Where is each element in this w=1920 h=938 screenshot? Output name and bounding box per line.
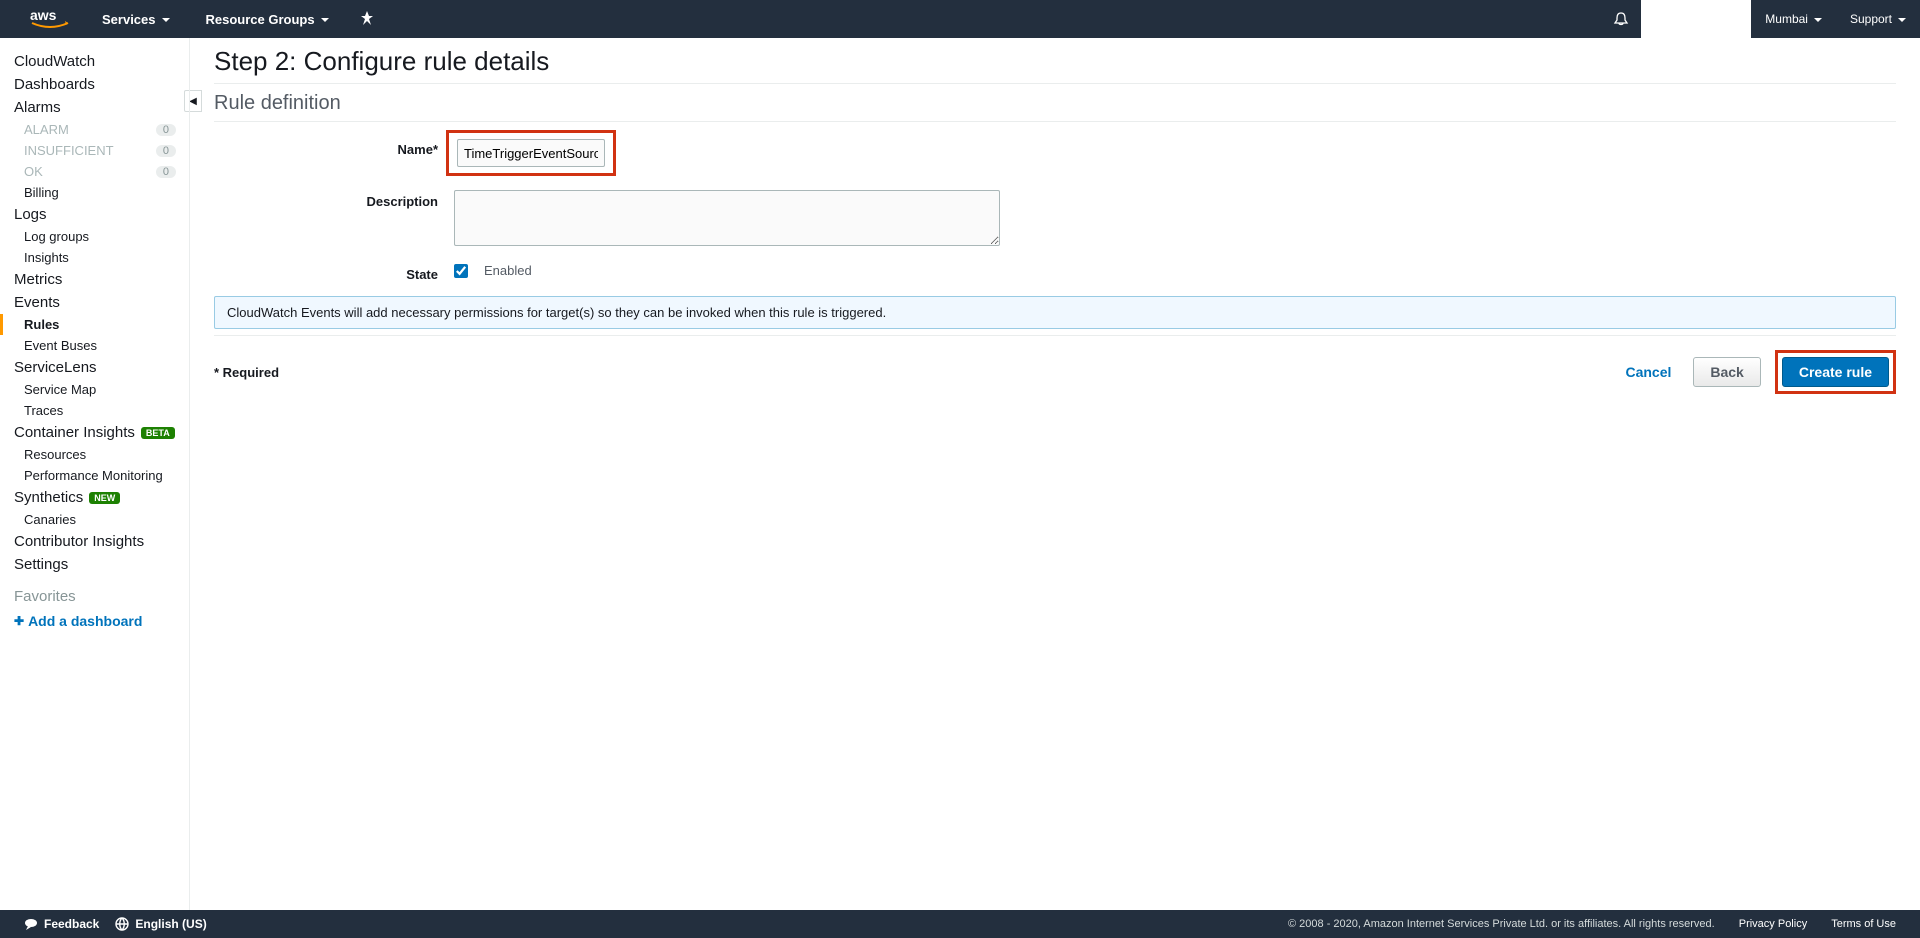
page-title: Step 2: Configure rule details	[214, 46, 1896, 84]
count-pill: 0	[156, 166, 176, 178]
sidebar-insights[interactable]: Insights	[0, 247, 190, 268]
header-right: Mumbai Support	[1601, 0, 1920, 38]
add-dashboard-label: Add a dashboard	[28, 613, 142, 629]
sidebar-perf-monitoring[interactable]: Performance Monitoring	[0, 465, 190, 486]
footer-right: © 2008 - 2020, Amazon Internet Services …	[1288, 918, 1896, 930]
sidebar-alarm[interactable]: ALARM 0	[0, 119, 190, 140]
back-button[interactable]: Back	[1693, 357, 1760, 387]
sidebar-insufficient-label: INSUFFICIENT	[24, 143, 114, 158]
sidebar-logs[interactable]: Logs	[0, 203, 190, 226]
footer: Feedback English (US) © 2008 - 2020, Ama…	[0, 910, 1920, 938]
add-dashboard-link[interactable]: ✚ Add a dashboard	[0, 609, 190, 633]
support-label: Support	[1850, 12, 1892, 26]
sidebar-insufficient[interactable]: INSUFFICIENT 0	[0, 140, 190, 161]
enabled-checkbox[interactable]	[454, 264, 468, 278]
resource-groups-label: Resource Groups	[206, 12, 315, 27]
create-rule-highlight: Create rule	[1775, 350, 1896, 394]
name-highlight	[446, 130, 616, 176]
feedback-link[interactable]: Feedback	[24, 917, 99, 931]
sidebar-ok-label: OK	[24, 164, 43, 179]
notifications-icon[interactable]	[1601, 11, 1641, 27]
create-rule-button[interactable]: Create rule	[1782, 357, 1889, 387]
sidebar-ok[interactable]: OK 0	[0, 161, 190, 182]
sidebar-metrics[interactable]: Metrics	[0, 268, 190, 291]
sidebar-rules[interactable]: Rules	[0, 314, 190, 335]
main-layout: ◀ CloudWatch Dashboards Alarms ALARM 0 I…	[0, 38, 1920, 910]
state-label: State	[214, 263, 454, 282]
info-box: CloudWatch Events will add necessary per…	[214, 296, 1896, 329]
language-label: English (US)	[135, 917, 206, 931]
services-label: Services	[102, 12, 156, 27]
caret-down-icon	[1814, 18, 1822, 22]
sidebar: ◀ CloudWatch Dashboards Alarms ALARM 0 I…	[0, 38, 190, 910]
button-row: Cancel Back Create rule	[1617, 350, 1896, 394]
name-input[interactable]	[457, 139, 605, 167]
pin-icon[interactable]	[351, 11, 383, 28]
account-region-placeholder[interactable]	[1641, 0, 1751, 38]
language-selector[interactable]: English (US)	[115, 917, 206, 931]
sidebar-alarms[interactable]: Alarms	[0, 96, 190, 119]
container-insights-label: Container Insights	[14, 424, 135, 441]
cancel-button[interactable]: Cancel	[1617, 360, 1679, 384]
name-row: Name*	[214, 138, 1896, 176]
description-label: Description	[214, 190, 454, 209]
description-input[interactable]	[454, 190, 1000, 246]
aws-logo[interactable]: aws	[0, 7, 88, 31]
sidebar-resources[interactable]: Resources	[0, 444, 190, 465]
header-nav: Services Resource Groups	[88, 11, 383, 28]
footer-left: Feedback English (US)	[24, 917, 207, 931]
new-badge: NEW	[89, 492, 120, 504]
aws-header: aws Services Resource Groups Mumbai Supp…	[0, 0, 1920, 38]
section-title: Rule definition	[214, 92, 1896, 122]
privacy-link[interactable]: Privacy Policy	[1739, 918, 1807, 930]
sidebar-dashboards[interactable]: Dashboards	[0, 73, 190, 96]
resource-groups-dropdown[interactable]: Resource Groups	[192, 12, 343, 27]
sidebar-canaries[interactable]: Canaries	[0, 509, 190, 530]
actions-row: * Required Cancel Back Create rule	[214, 335, 1896, 394]
content: Step 2: Configure rule details Rule defi…	[190, 38, 1920, 910]
caret-down-icon	[1898, 18, 1906, 22]
sidebar-traces[interactable]: Traces	[0, 400, 190, 421]
sidebar-events[interactable]: Events	[0, 291, 190, 314]
services-dropdown[interactable]: Services	[88, 12, 184, 27]
region-dropdown[interactable]: Mumbai	[1751, 12, 1836, 26]
sidebar-favorites: Favorites	[0, 576, 190, 609]
sidebar-cloudwatch[interactable]: CloudWatch	[0, 50, 190, 73]
synthetics-label: Synthetics	[14, 489, 83, 506]
sidebar-synthetics[interactable]: Synthetics NEW	[0, 486, 190, 509]
sidebar-servicelens[interactable]: ServiceLens	[0, 356, 190, 379]
required-label: * Required	[214, 365, 279, 380]
count-pill: 0	[156, 124, 176, 136]
support-dropdown[interactable]: Support	[1836, 12, 1920, 26]
sidebar-contributor-insights[interactable]: Contributor Insights	[0, 530, 190, 553]
svg-text:aws: aws	[30, 7, 57, 23]
terms-link[interactable]: Terms of Use	[1831, 918, 1896, 930]
sidebar-container-insights[interactable]: Container Insights BETA	[0, 421, 190, 444]
sidebar-event-buses[interactable]: Event Buses	[0, 335, 190, 356]
enabled-label: Enabled	[484, 263, 532, 278]
sidebar-service-map[interactable]: Service Map	[0, 379, 190, 400]
beta-badge: BETA	[141, 427, 175, 439]
copyright: © 2008 - 2020, Amazon Internet Services …	[1288, 918, 1715, 930]
sidebar-alarm-label: ALARM	[24, 122, 69, 137]
plus-icon: ✚	[14, 614, 24, 628]
description-row: Description	[214, 190, 1896, 249]
caret-down-icon	[162, 18, 170, 22]
feedback-label: Feedback	[44, 917, 99, 931]
count-pill: 0	[156, 145, 176, 157]
name-label: Name*	[214, 138, 454, 157]
sidebar-settings[interactable]: Settings	[0, 553, 190, 576]
region-label: Mumbai	[1765, 12, 1808, 26]
state-row: State Enabled	[214, 263, 1896, 282]
sidebar-log-groups[interactable]: Log groups	[0, 226, 190, 247]
sidebar-billing[interactable]: Billing	[0, 182, 190, 203]
caret-down-icon	[321, 18, 329, 22]
